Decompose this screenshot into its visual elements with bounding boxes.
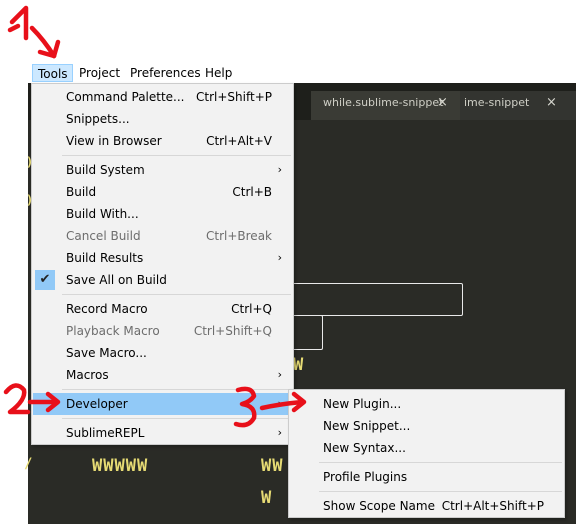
menu-item-save-all-on-build[interactable]: ✔ Save All on Build — [33, 269, 292, 291]
code-text: W — [261, 488, 273, 508]
menu-item-build[interactable]: Build Ctrl+B — [33, 181, 292, 203]
tab-label: while.sublime-snippet — [323, 96, 444, 109]
menu-item-label: Profile Plugins — [323, 470, 408, 484]
menu-item-label: Save Macro... — [66, 346, 147, 360]
menu-item-label: Build — [66, 185, 97, 199]
annotation-step-2 — [3, 383, 61, 415]
menu-item-view-in-browser[interactable]: View in Browser Ctrl+Alt+V — [33, 130, 292, 152]
menu-project[interactable]: Project — [74, 64, 125, 82]
menu-item-label: Build Results — [66, 251, 144, 265]
checkmark-icon: ✔ — [35, 270, 55, 290]
menu-item-build-system[interactable]: Build System › — [33, 159, 292, 181]
menu-item-label: Build With... — [66, 207, 139, 221]
menu-item-build-results[interactable]: Build Results › — [33, 247, 292, 269]
menu-item-shortcut: Ctrl+Break — [206, 229, 272, 243]
menu-item-build-with[interactable]: Build With... — [33, 203, 292, 225]
menu-bar: Tools Project Preferences Help — [28, 62, 576, 83]
menu-item-new-plugin[interactable]: New Plugin... — [290, 393, 563, 415]
menu-item-label: Show Scope Name — [323, 499, 435, 513]
menu-item-shortcut: Ctrl+Shift+Q — [193, 324, 272, 338]
tab-close-icon[interactable]: × — [437, 91, 448, 114]
annotation-step-1 — [7, 5, 61, 59]
menu-item-record-macro[interactable]: Record Macro Ctrl+Q — [33, 298, 292, 320]
menu-item-shortcut: Ctrl+Alt+Shift+P — [441, 499, 544, 513]
menu-item-label: Playback Macro — [66, 324, 160, 338]
submenu-arrow-icon: › — [277, 163, 282, 176]
code-text: W — [293, 355, 305, 375]
menu-preferences[interactable]: Preferences — [125, 64, 206, 82]
tab-while-snippet[interactable]: while.sublime-snippet × — [311, 91, 481, 120]
menu-item-label: Macros — [66, 368, 109, 382]
tab-label: ime-snippet — [464, 96, 530, 109]
menu-item-shortcut: Ctrl+Q — [231, 302, 272, 316]
menu-help[interactable]: Help — [200, 64, 237, 82]
menu-item-shortcut: Ctrl+B — [232, 185, 272, 199]
menu-item-label: New Snippet... — [323, 419, 411, 433]
menu-item-cancel-build: Cancel Build Ctrl+Break — [33, 225, 292, 247]
menu-item-label: New Plugin... — [323, 397, 402, 411]
code-outline-box — [290, 283, 463, 316]
menu-item-new-syntax[interactable]: New Syntax... — [290, 437, 563, 459]
submenu-arrow-icon: › — [277, 368, 282, 381]
menu-item-show-scope-name[interactable]: Show Scope Name Ctrl+Alt+Shift+P — [290, 495, 563, 517]
menu-item-label: Command Palette... — [66, 90, 185, 104]
menu-tools[interactable]: Tools — [32, 64, 73, 82]
menu-item-playback-macro: Playback Macro Ctrl+Shift+Q — [33, 320, 292, 342]
menu-separator — [62, 294, 291, 295]
annotation-step-3 — [233, 386, 307, 428]
developer-submenu: New Plugin... New Snippet... New Syntax.… — [288, 389, 565, 518]
menu-item-label: Snippets... — [66, 112, 130, 126]
tab-second-snippet[interactable]: ime-snippet × — [460, 91, 576, 120]
menu-item-new-snippet[interactable]: New Snippet... — [290, 415, 563, 437]
menu-item-shortcut: Ctrl+Shift+P — [196, 90, 272, 104]
menu-separator — [319, 491, 562, 492]
menu-item-snippets[interactable]: Snippets... — [33, 108, 292, 130]
menu-item-save-macro[interactable]: Save Macro... — [33, 342, 292, 364]
submenu-arrow-icon: › — [277, 251, 282, 264]
menu-item-label: Developer — [66, 397, 128, 411]
menu-item-shortcut: Ctrl+Alt+V — [206, 134, 272, 148]
menu-item-macros[interactable]: Macros › — [33, 364, 292, 386]
menu-item-label: Record Macro — [66, 302, 148, 316]
code-outline-box — [290, 315, 323, 350]
gutter-mark: / — [24, 456, 33, 472]
menu-item-label: View in Browser — [66, 134, 162, 148]
menu-item-label: SublimeREPL — [66, 426, 145, 440]
tab-close-icon[interactable]: × — [546, 91, 557, 114]
menu-separator — [62, 155, 291, 156]
menu-item-command-palette[interactable]: Command Palette... Ctrl+Shift+P — [33, 86, 292, 108]
menu-item-profile-plugins[interactable]: Profile Plugins — [290, 466, 563, 488]
menu-item-label: New Syntax... — [323, 441, 406, 455]
code-text: WW — [261, 456, 284, 476]
menu-item-label: Save All on Build — [66, 273, 167, 287]
menu-item-label: Build System — [66, 163, 145, 177]
code-text: WWWWW — [92, 456, 149, 476]
menu-item-label: Cancel Build — [66, 229, 141, 243]
menu-separator — [319, 462, 562, 463]
